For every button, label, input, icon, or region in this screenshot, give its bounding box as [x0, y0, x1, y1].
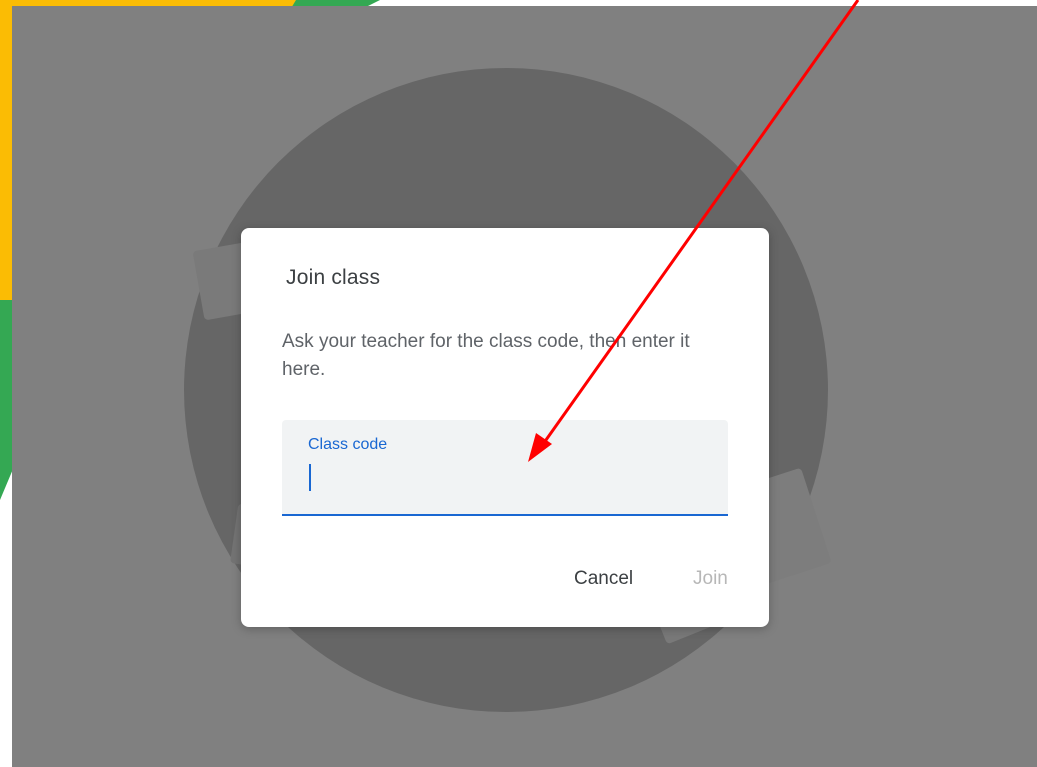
slide: Join class Ask your teacher for the clas… [0, 0, 1037, 767]
class-code-label: Class code [308, 436, 388, 453]
dialog-title: Join class [286, 266, 381, 289]
dialog-description: Ask your teacher for the class code, the… [282, 331, 690, 380]
class-code-field[interactable]: Class code [282, 420, 728, 516]
join-class-dialog: Join class Ask your teacher for the clas… [241, 228, 769, 627]
join-button[interactable]: Join [687, 564, 734, 594]
cancel-button[interactable]: Cancel [568, 564, 639, 594]
class-code-input[interactable] [306, 460, 706, 492]
text-caret [309, 464, 311, 491]
